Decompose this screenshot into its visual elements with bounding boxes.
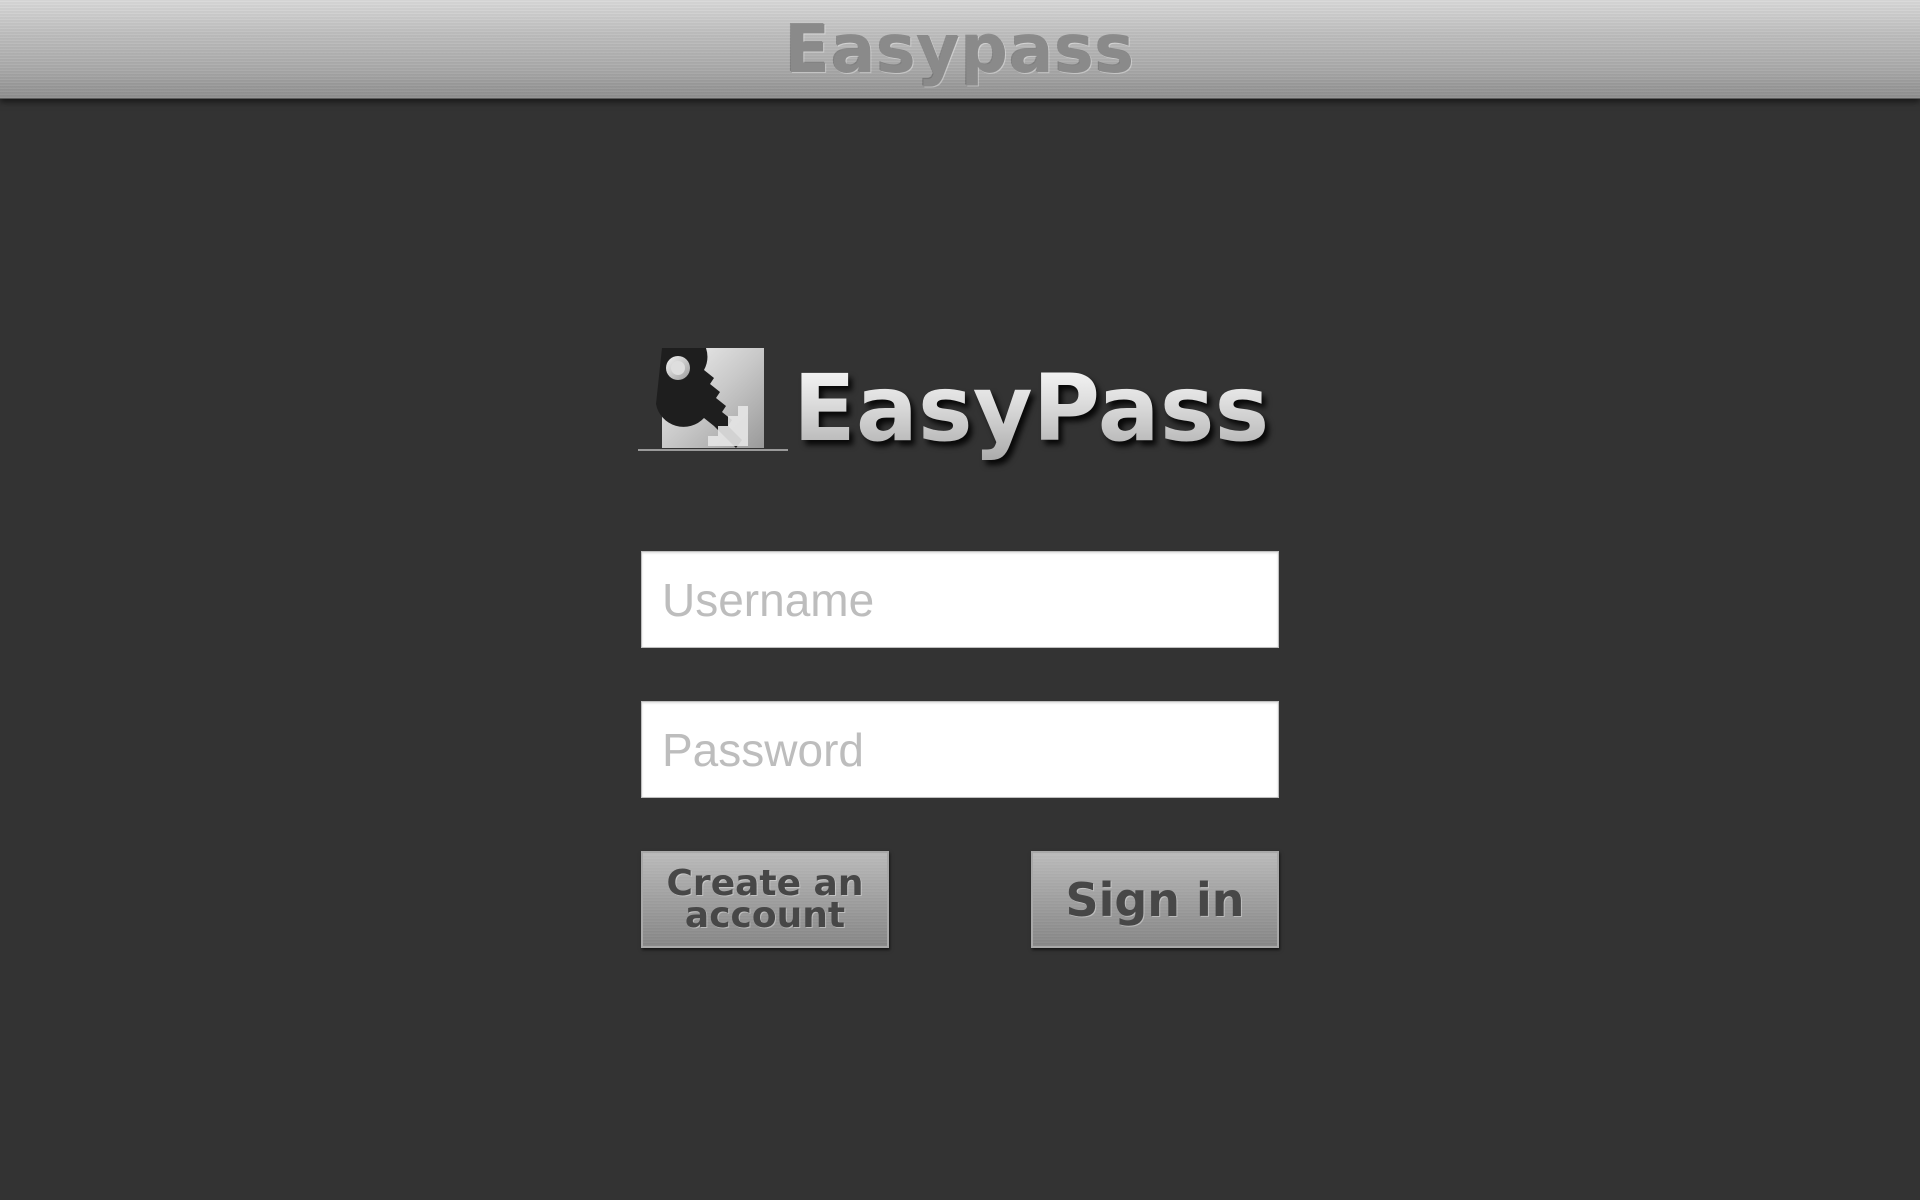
create-account-label: Create an account <box>666 862 864 936</box>
username-input[interactable] <box>641 551 1279 648</box>
window-title: Easypass <box>784 11 1136 88</box>
password-input[interactable] <box>641 701 1279 798</box>
logo-wordmark: EasyPass <box>793 355 1270 462</box>
title-bar: Easypass <box>0 0 1920 99</box>
app-logo: EasyPass <box>638 346 1282 466</box>
create-account-button[interactable]: Create an account <box>641 851 889 948</box>
key-staircase-icon <box>638 348 788 451</box>
sign-in-label: Sign in <box>1065 872 1245 927</box>
sign-in-button[interactable]: Sign in <box>1031 851 1279 948</box>
